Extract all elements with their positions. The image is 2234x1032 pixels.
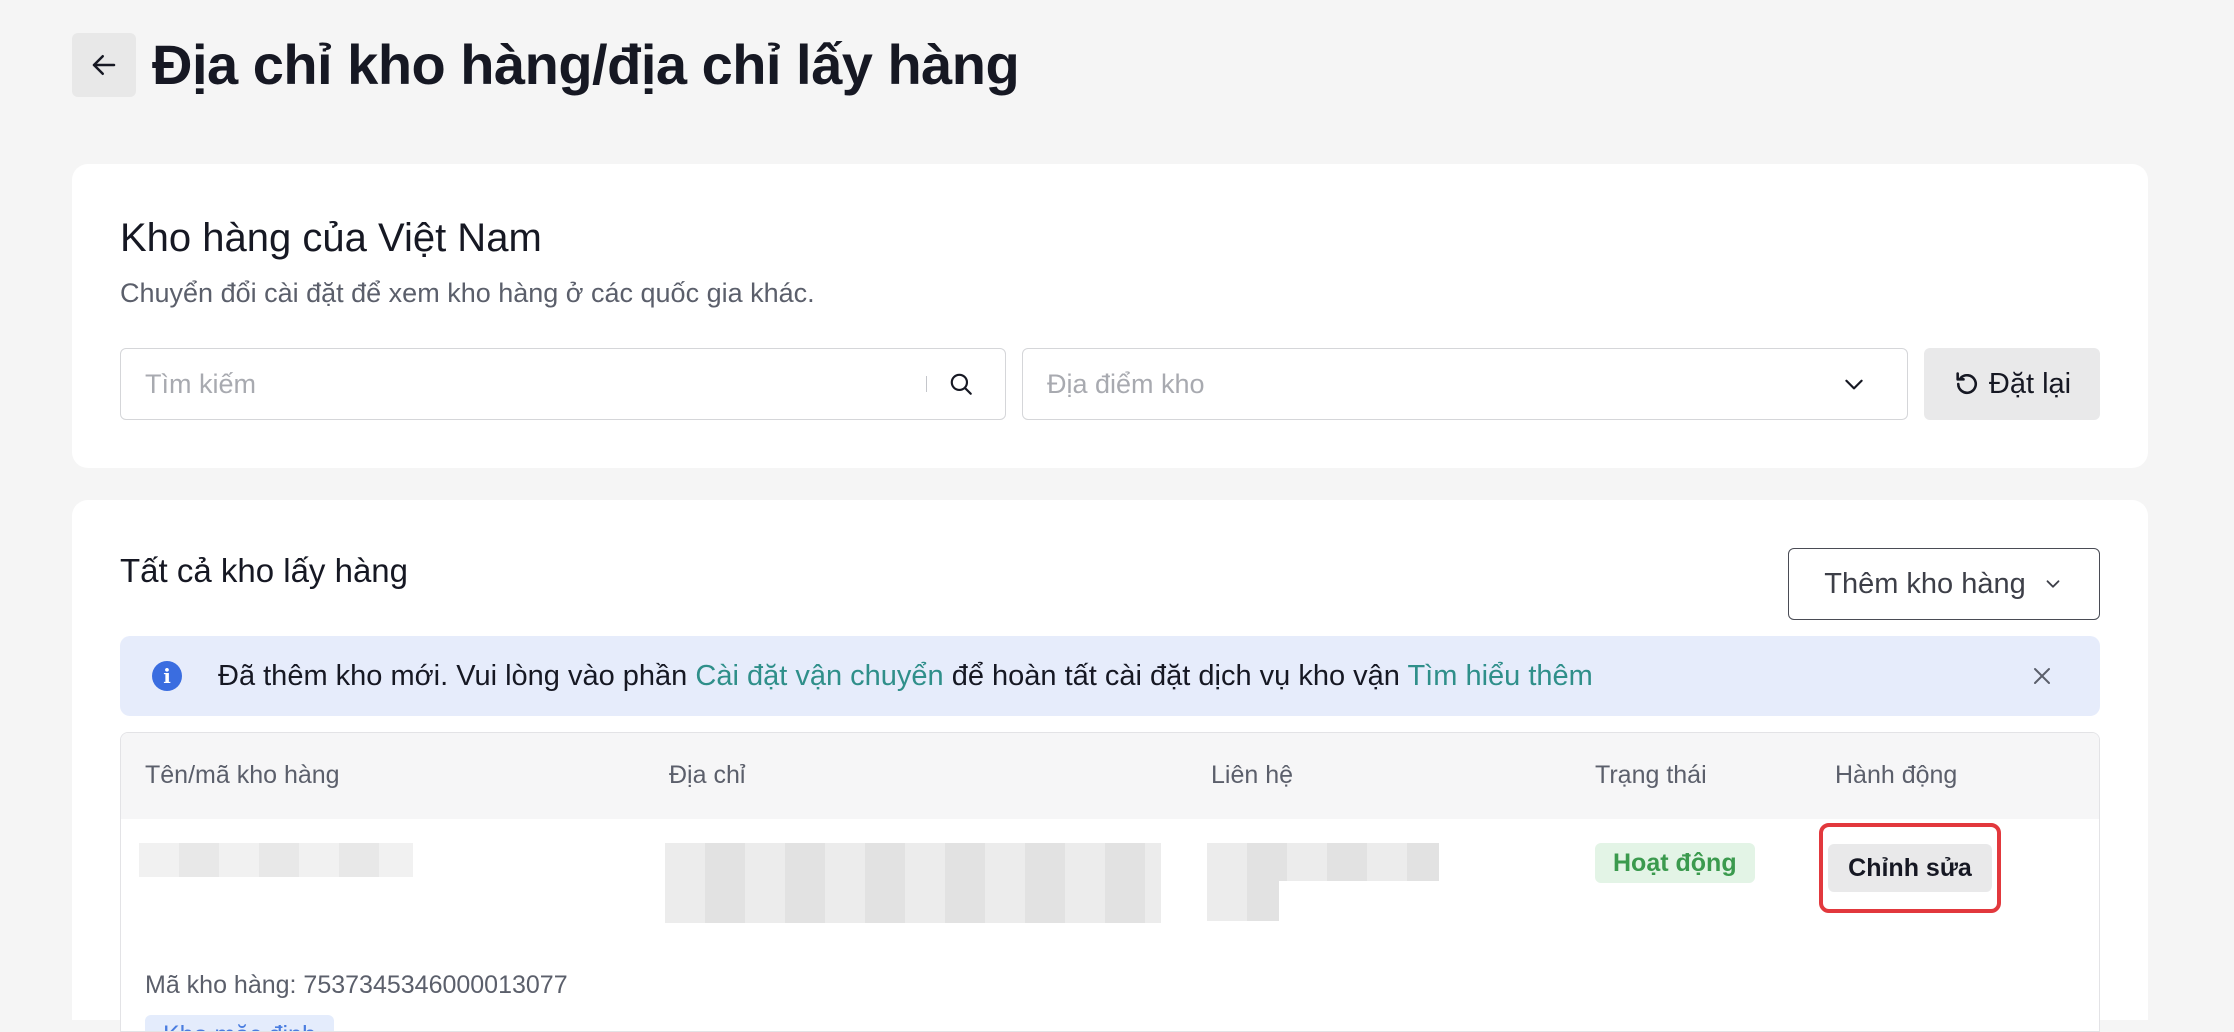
warehouse-code: Mã kho hàng: 7537345346000013077 [145,971,568,999]
edit-button[interactable]: Chỉnh sửa [1828,844,1992,892]
filter-card: Kho hàng của Việt Nam Chuyển đổi cài đặt… [72,164,2148,468]
column-header-contact: Liên hệ [1211,761,1294,789]
info-icon: i [152,661,182,691]
edit-highlight: Chỉnh sửa [1819,823,2001,913]
search-input[interactable] [121,349,926,419]
column-header-address: Địa chỉ [669,761,746,789]
region-title: Kho hàng của Việt Nam [120,216,542,260]
column-header-status: Trạng thái [1595,761,1707,789]
location-placeholder: Địa điểm kho [1047,368,1205,399]
warehouses-card: Tất cả kho lấy hàng Thêm kho hàng i Đã t… [72,500,2148,1032]
chevron-down-icon [2046,580,2060,588]
info-banner: i Đã thêm kho mới. Vui lòng vào phần Cài… [120,636,2100,716]
back-button[interactable] [72,32,136,97]
banner-text-middle: để hoàn tất cài đặt dịch vụ kho vận [943,659,1408,692]
shipping-settings-link[interactable]: Cài đặt vận chuyển [695,660,943,692]
default-warehouse-badge: Kho mặc định [145,1015,334,1031]
search-divider [925,376,927,392]
add-warehouse-button[interactable]: Thêm kho hàng [1788,548,2100,620]
banner-text: Đã thêm kho mới. Vui lòng vào phần Cài đ… [218,660,1593,693]
redacted-address [665,843,1161,923]
table-header: Tên/mã kho hàng Địa chỉ Liên hệ Trạng th… [121,733,2099,819]
table-row: Mã kho hàng: 7537345346000013077 Kho mặc… [121,819,2099,1031]
chevron-down-icon [1845,379,1863,390]
reset-label: Đặt lại [1988,367,2072,400]
arrow-left-icon [92,54,116,75]
redacted-contact-name [1207,843,1439,881]
status-badge: Hoạt động [1595,843,1755,883]
page-header: Địa chỉ kho hàng/địa chỉ lấy hàng [72,32,1020,97]
redacted-warehouse-name [139,843,413,877]
warehouse-location-select[interactable]: Địa điểm kho [1022,348,1908,420]
column-header-action: Hành động [1835,761,1958,789]
region-subtitle: Chuyển đổi cài đặt để xem kho hàng ở các… [120,278,815,308]
close-icon[interactable] [2028,662,2056,690]
reset-icon [1956,372,1977,395]
warehouse-table: Tên/mã kho hàng Địa chỉ Liên hệ Trạng th… [120,732,2100,1032]
column-header-name: Tên/mã kho hàng [145,761,340,789]
search-box [120,348,1006,420]
warehouses-title: Tất cả kho lấy hàng [120,552,409,589]
banner-text-before: Đã thêm kho mới. Vui lòng vào phần [218,659,696,692]
search-icon[interactable] [947,370,975,398]
learn-more-link[interactable]: Tìm hiểu thêm [1407,660,1592,692]
redacted-contact-phone [1207,881,1279,921]
add-warehouse-label: Thêm kho hàng [1824,567,2026,600]
page-title: Địa chỉ kho hàng/địa chỉ lấy hàng [152,33,1020,96]
reset-button[interactable]: Đặt lại [1924,348,2100,420]
